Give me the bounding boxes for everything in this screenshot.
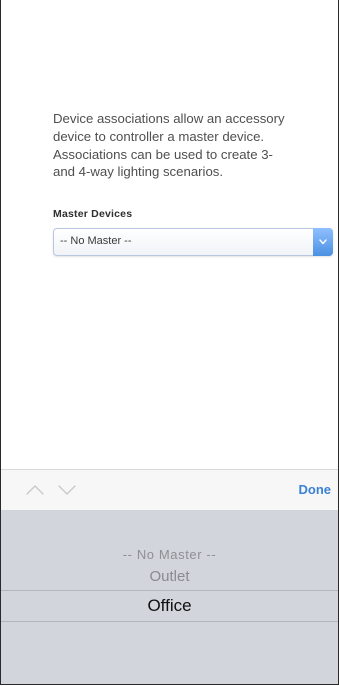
picker-option-no-master[interactable]: -- No Master -- (1, 547, 338, 562)
picker-option-outlet[interactable]: Outlet (1, 568, 338, 585)
chevron-down-icon[interactable] (57, 482, 77, 498)
description-line: Associations can be used to create 3- (53, 146, 273, 162)
master-device-selected-value: -- No Master -- (60, 235, 132, 247)
description-line: and 4-way lighting scenarios. (53, 164, 224, 180)
device-association-screen: Device associations allow an accessory d… (0, 0, 339, 685)
chevron-down-icon[interactable] (313, 228, 333, 256)
description-line: device to controller a master device. (53, 128, 265, 144)
selection-divider (1, 621, 338, 622)
master-device-select[interactable]: -- No Master -- (53, 228, 333, 256)
description-line: Device associations allow an accessory (53, 111, 285, 126)
master-device-picker[interactable]: -- No Master -- Outlet Office (1, 510, 338, 684)
picker-option-office[interactable]: Office (1, 596, 338, 616)
master-devices-label: Master Devices (53, 208, 133, 220)
done-button[interactable]: Done (299, 482, 332, 497)
description-text: Device associations allow an accessory d… (53, 110, 313, 181)
picker-toolbar: Done (1, 469, 338, 510)
selection-divider (1, 590, 338, 591)
chevron-up-icon[interactable] (25, 482, 45, 498)
